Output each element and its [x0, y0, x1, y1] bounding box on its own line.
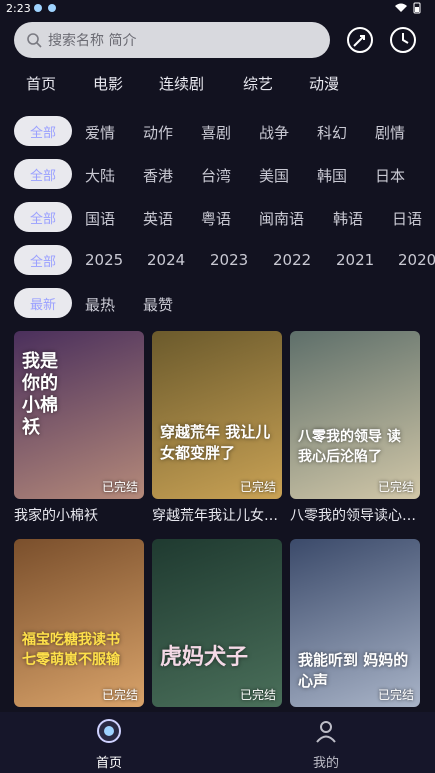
sort-option[interactable]: 最热 [85, 294, 115, 315]
status-icons [395, 2, 421, 14]
drama-card[interactable]: 福宝吃糖我读书 七零萌崽不服输 已完结 [14, 539, 144, 707]
year-option[interactable]: 2023 [210, 251, 248, 269]
sort-option[interactable]: 最赞 [143, 294, 173, 315]
status-badge: 已完结 [101, 480, 138, 494]
poster-title-art: 我是你的小棉袄 [22, 351, 58, 438]
year-all-pill[interactable]: 全部 [14, 245, 72, 275]
search-icon [27, 33, 42, 48]
year-option[interactable]: 2020 [398, 251, 435, 269]
poster-image: 虎妈犬子 已完结 [152, 539, 282, 707]
language-all-pill[interactable]: 全部 [14, 202, 72, 232]
drama-card[interactable]: 穿越荒年 我让儿女都变胖了 已完结 穿越荒年我让儿女都变胖了 [152, 331, 282, 525]
poster-image: 我是你的小棉袄 已完结 [14, 331, 144, 499]
poster-title-art: 八零我的领导 读我心后沦陷了 [298, 429, 401, 465]
notification-icon [34, 4, 42, 12]
card-title: 我家的小棉袄 [14, 508, 98, 524]
sort-newest-pill[interactable]: 最新 [14, 288, 72, 318]
nav-tab-movie[interactable]: 电影 [93, 73, 123, 94]
tab-home-label: 首页 [95, 756, 122, 771]
tab-home[interactable]: 首页 [79, 718, 139, 771]
drama-card[interactable]: 我是你的小棉袄 已完结 我家的小棉袄 [14, 331, 144, 525]
poster-title-art: 虎妈犬子 [160, 644, 249, 670]
language-option[interactable]: 日语 [392, 208, 422, 229]
bottom-tab-bar: 首页 我的 [0, 712, 435, 773]
status-badge: 已完结 [101, 688, 138, 702]
region-option[interactable]: 香港 [143, 165, 173, 186]
region-option[interactable]: 大陆 [85, 165, 115, 186]
profile-tab-icon [316, 721, 336, 743]
genre-all-pill[interactable]: 全部 [14, 116, 72, 146]
nav-tab-anime[interactable]: 动漫 [309, 73, 339, 94]
language-option[interactable]: 韩语 [333, 208, 363, 229]
region-option[interactable]: 台湾 [201, 165, 231, 186]
tab-mine-label: 我的 [312, 756, 339, 771]
card-title: 穿越荒年我让儿女都变胖了 [152, 508, 282, 524]
genre-option[interactable]: 剧情 [375, 122, 405, 143]
status-badge: 已完结 [377, 688, 414, 702]
language-option[interactable]: 英语 [143, 208, 173, 229]
region-option[interactable]: 韩国 [317, 165, 347, 186]
year-option[interactable]: 2021 [336, 251, 374, 269]
status-badge: 已完结 [377, 480, 414, 494]
search-bar[interactable]: 搜索名称 简介 [14, 22, 330, 58]
language-option[interactable]: 粤语 [201, 208, 231, 229]
poster-title-art: 福宝吃糖我读书 七零萌崽不服输 [22, 632, 120, 668]
region-all-pill[interactable]: 全部 [14, 159, 72, 189]
region-filter-row: 全部 大陆 香港 台湾 美国 韩国 日本 [0, 159, 435, 193]
genre-option[interactable]: 科幻 [317, 122, 347, 143]
year-option[interactable]: 2024 [147, 251, 185, 269]
notification-icon [48, 4, 56, 12]
region-option[interactable]: 日本 [375, 165, 405, 186]
poster-title-art: 穿越荒年 我让儿女都变胖了 [160, 423, 271, 462]
poster-image: 我能听到 妈妈的心声 已完结 [290, 539, 420, 707]
language-option[interactable]: 闽南语 [259, 208, 304, 229]
search-placeholder: 搜索名称 简介 [48, 33, 137, 49]
status-time: 2:23 [6, 2, 31, 15]
sort-filter-row: 最新 最热 最赞 [0, 288, 435, 322]
year-filter-row: 全部 2025 2024 2023 2022 2021 2020 [0, 245, 435, 279]
cast-icon[interactable] [345, 25, 375, 55]
genre-option[interactable]: 爱情 [85, 122, 115, 143]
drama-card[interactable]: 我能听到 妈妈的心声 已完结 [290, 539, 420, 707]
language-filter-row: 全部 国语 英语 粤语 闽南语 韩语 日语 [0, 202, 435, 236]
poster-image: 八零我的领导 读我心后沦陷了 已完结 [290, 331, 420, 499]
nav-tab-series[interactable]: 连续剧 [159, 73, 204, 94]
genre-option[interactable]: 战争 [259, 122, 289, 143]
genre-option[interactable]: 动作 [143, 122, 173, 143]
card-title: 八零我的领导读心后沦陷了 [290, 508, 420, 524]
history-icon[interactable] [388, 25, 418, 55]
year-option[interactable]: 2025 [85, 251, 123, 269]
battery-icon [413, 2, 421, 14]
tab-mine[interactable]: 我的 [296, 718, 356, 771]
status-bar: 2:23 [0, 0, 435, 18]
wifi-icon [395, 3, 407, 12]
nav-tab-home[interactable]: 首页 [26, 73, 56, 94]
drama-card[interactable]: 虎妈犬子 已完结 [152, 539, 282, 707]
status-badge: 已完结 [239, 480, 276, 494]
poster-title-art: 我能听到 妈妈的心声 [298, 651, 409, 690]
region-option[interactable]: 美国 [259, 165, 289, 186]
nav-tab-variety[interactable]: 综艺 [243, 73, 273, 94]
poster-image: 福宝吃糖我读书 七零萌崽不服输 已完结 [14, 539, 144, 707]
drama-card[interactable]: 八零我的领导 读我心后沦陷了 已完结 八零我的领导读心后沦陷了 [290, 331, 420, 525]
poster-image: 穿越荒年 我让儿女都变胖了 已完结 [152, 331, 282, 499]
language-option[interactable]: 国语 [85, 208, 115, 229]
home-tab-icon [97, 719, 121, 743]
year-option[interactable]: 2022 [273, 251, 311, 269]
status-badge: 已完结 [239, 688, 276, 702]
category-nav: 首页 电影 连续剧 综艺 动漫 [0, 70, 435, 96]
genre-filter-row: 全部 爱情 动作 喜剧 战争 科幻 剧情 [0, 116, 435, 150]
genre-option[interactable]: 喜剧 [201, 122, 231, 143]
